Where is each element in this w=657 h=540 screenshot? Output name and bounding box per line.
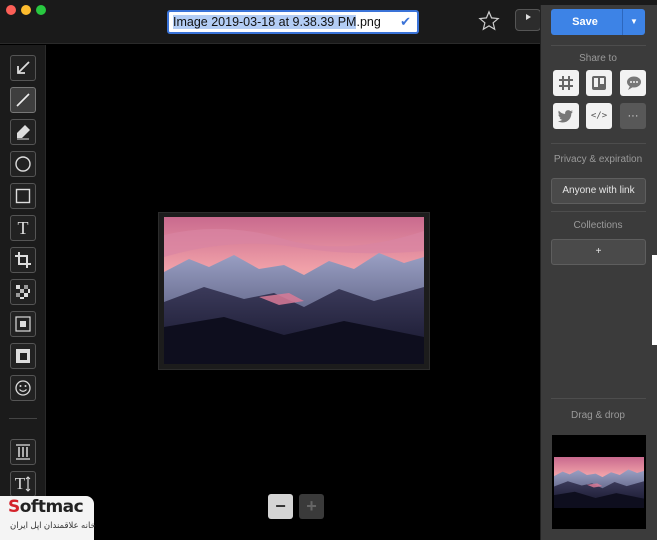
- zoom-window-button[interactable]: [36, 5, 46, 15]
- softmac-watermark: Softmac خانه علاقمندان اپل ایران: [0, 496, 96, 540]
- line-icon: [16, 93, 30, 107]
- resize-height-tool[interactable]: [10, 439, 36, 465]
- pixelate-tool[interactable]: [10, 279, 36, 305]
- filename-selected-text: Image 2019-03-18 at 9.38.39 PM: [173, 15, 357, 29]
- highlighter-tool[interactable]: [10, 119, 36, 145]
- share-slack-button[interactable]: [553, 70, 579, 96]
- watermark-brand-initial: S: [8, 497, 20, 517]
- screenshot-image[interactable]: [164, 217, 424, 364]
- share-to-label: Share to: [579, 53, 617, 64]
- toolbar-divider: [9, 418, 37, 419]
- privacy-dropdown[interactable]: Anyone with link: [551, 178, 646, 204]
- rectangle-tool[interactable]: [10, 183, 36, 209]
- emoji-tool[interactable]: [10, 375, 36, 401]
- star-icon[interactable]: [478, 10, 500, 32]
- text-icon: T: [17, 217, 29, 238]
- arrow-icon: [17, 61, 30, 74]
- rectangle-icon: [15, 188, 31, 204]
- mountain-sunset-image: [164, 217, 424, 364]
- watermark-brand-rest: oftmac: [19, 497, 84, 517]
- trello-icon: [592, 76, 606, 90]
- pixelate-icon: [16, 285, 30, 299]
- chat-bubbles-icon: [627, 76, 641, 90]
- filename-extension: .png: [356, 15, 381, 29]
- crop-tool[interactable]: [10, 247, 36, 273]
- ellipse-tool[interactable]: [10, 151, 36, 177]
- share-more-button[interactable]: ···: [620, 103, 646, 129]
- twitter-icon: [558, 110, 573, 123]
- line-tool[interactable]: [10, 87, 36, 113]
- add-collection-button[interactable]: +: [551, 239, 646, 265]
- spotlight-icon: [16, 349, 30, 363]
- arrow-tool[interactable]: [10, 55, 36, 81]
- spotlight-tool[interactable]: [10, 343, 36, 369]
- share-embed-button[interactable]: </>: [586, 103, 612, 129]
- blur-icon: [15, 316, 31, 332]
- thumbnail-mountain-image: [554, 457, 644, 508]
- zoom-out-button[interactable]: −: [268, 494, 293, 519]
- code-icon: </>: [590, 111, 608, 121]
- save-dropdown-button[interactable]: ▼: [622, 9, 645, 35]
- text-size-icon: T: [14, 474, 26, 493]
- watermark-brand: Softmac: [8, 497, 84, 517]
- tool-palette: T T: [0, 45, 46, 540]
- close-window-button[interactable]: [6, 5, 16, 15]
- panel-divider: [551, 45, 646, 46]
- drag-drop-thumbnail[interactable]: [552, 435, 646, 529]
- share-trello-button[interactable]: [586, 70, 612, 96]
- zoom-in-button[interactable]: +: [299, 494, 324, 519]
- slack-icon: [559, 76, 573, 90]
- share-panel: Save ▼ Share to </> ··· Privacy & expira…: [540, 5, 657, 540]
- text-tool[interactable]: T: [10, 215, 36, 241]
- share-messages-button[interactable]: [620, 70, 646, 96]
- text-size-arrows-icon: [25, 476, 31, 492]
- crop-icon: [15, 252, 31, 268]
- minimize-window-button[interactable]: [21, 5, 31, 15]
- panel-divider: [551, 143, 646, 144]
- panel-divider: [551, 398, 646, 399]
- thumbnail-image: [554, 457, 644, 508]
- filename-input[interactable]: Image 2019-03-18 at 9.38.39 PM.png ✔: [167, 10, 419, 34]
- ellipse-icon: [15, 156, 31, 172]
- watermark-tagline: خانه علاقمندان اپل ایران: [10, 520, 96, 530]
- save-button[interactable]: Save ▼: [551, 9, 645, 35]
- emoji-icon: [15, 380, 31, 396]
- save-button-label: Save: [572, 16, 598, 28]
- play-button[interactable]: [515, 9, 541, 31]
- highlighter-icon: [17, 125, 30, 140]
- resize-height-icon: [16, 444, 30, 460]
- collections-label: Collections: [573, 220, 623, 231]
- more-icon: ···: [627, 110, 639, 122]
- drag-drop-label: Drag & drop: [571, 410, 625, 421]
- play-icon: [526, 14, 531, 20]
- text-size-tool[interactable]: T: [10, 471, 36, 497]
- blur-tool[interactable]: [10, 311, 36, 337]
- share-twitter-button[interactable]: [553, 103, 579, 129]
- background-window-edge: [652, 255, 657, 345]
- checkmark-icon[interactable]: ✔: [400, 12, 411, 32]
- panel-divider: [551, 211, 646, 212]
- privacy-label: Privacy & expiration: [553, 154, 643, 165]
